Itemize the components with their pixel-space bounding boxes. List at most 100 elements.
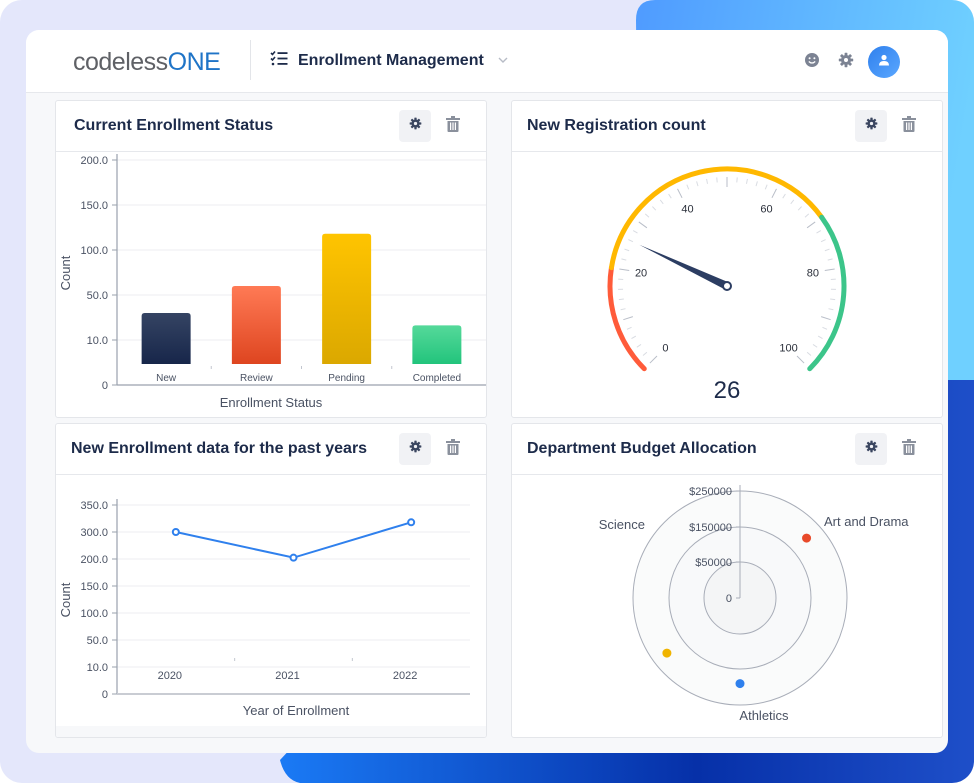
gauge-tick	[618, 298, 624, 301]
bar-pending	[322, 233, 372, 364]
y-tick-label: 50.0	[87, 635, 108, 647]
x-tick-label: Review	[240, 373, 274, 384]
card-settings-button[interactable]	[855, 110, 887, 142]
card-delete-button[interactable]	[898, 110, 920, 142]
gauge-tick	[652, 206, 657, 211]
gauge-tick	[816, 230, 822, 234]
x-tick-label: New	[156, 373, 177, 384]
trash-icon	[446, 115, 460, 137]
y-axis-title: Count	[58, 582, 73, 617]
line-chart: 0 10.0 50.0 100.0 150.0 200.0 300.0 350.0 2020 20…	[56, 499, 486, 737]
y-tick-label: 300.0	[80, 527, 108, 539]
card-header: New Registration count	[512, 101, 942, 152]
gauge-tick	[820, 239, 826, 243]
bar-review	[231, 286, 281, 364]
radar-category-label: Athletics	[739, 708, 789, 723]
logo[interactable]: codelessONE	[73, 48, 221, 77]
gauge-tick	[812, 344, 818, 348]
gauge-tick	[796, 355, 805, 364]
gauge-tick	[745, 178, 748, 184]
card-delete-button[interactable]	[898, 433, 920, 465]
radar-chart: 0 $50000 $150000 $250000 Art and Drama Athlet…	[599, 485, 909, 723]
card-registration-count: New Registration count 0 20 40 60 80 100 26	[511, 100, 943, 418]
bar-chart: 0 10.0 50.0 100.0 150.0 200.0 New Review Pending…	[58, 154, 486, 410]
gear-icon	[409, 117, 422, 135]
radar-point	[735, 679, 745, 689]
gauge-tick	[619, 268, 630, 272]
gauge-tick-label: 20	[635, 267, 647, 279]
user-avatar[interactable]	[868, 46, 900, 78]
top-header: codelessONE Enrollment Management	[26, 30, 948, 93]
header-divider	[250, 40, 251, 80]
checklist-icon	[270, 50, 288, 71]
y-tick-label: 350.0	[80, 500, 108, 512]
y-tick-label: 100.0	[80, 245, 108, 257]
y-tick-label: 100.0	[80, 608, 108, 620]
header-actions	[804, 46, 900, 78]
radar-category-label: Science	[599, 517, 645, 532]
gauge-tick	[677, 188, 683, 199]
x-axis-title: Enrollment Status	[220, 395, 323, 410]
radar-point	[662, 648, 672, 658]
card-settings-button[interactable]	[399, 433, 431, 465]
gauge-tick	[782, 193, 786, 199]
x-tick-label: 2022	[393, 670, 417, 682]
y-tick-label: 50.0	[87, 290, 108, 302]
x-tick-label: Pending	[328, 373, 365, 384]
gauge-tick	[827, 258, 833, 261]
logo-accent: ONE	[167, 48, 221, 76]
gauge-pivot	[722, 281, 732, 291]
gauge-tick	[830, 298, 836, 301]
gauge-tick	[644, 213, 650, 218]
y-tick-label: 10.0	[87, 662, 108, 674]
y-tick-label: 0	[102, 689, 108, 701]
y-tick-label: 150.0	[80, 581, 108, 593]
x-tick-label: Completed	[413, 373, 461, 384]
gauge-tick	[623, 316, 633, 321]
gauge-tick	[824, 248, 830, 252]
smiley-icon[interactable]	[804, 52, 820, 73]
logo-text: codeless	[73, 48, 168, 76]
gauge-tick	[797, 206, 802, 211]
y-tick-label: 200.0	[80, 554, 108, 566]
gauge-tick	[706, 178, 709, 184]
radar-tick-label: $150000	[689, 522, 732, 534]
gauge-tick	[696, 181, 699, 187]
gauge-tick	[628, 239, 634, 243]
x-tick-label: 2020	[158, 670, 182, 682]
card-title: Current Enrollment Status	[74, 117, 274, 134]
gauge-tick	[624, 248, 630, 252]
gauge-chart: 0 20 40 60 80 100 26	[607, 166, 847, 404]
line-series	[175, 521, 412, 559]
gauge-tick	[668, 193, 672, 199]
gauge-needle	[639, 244, 729, 290]
gauge-tick	[638, 221, 648, 229]
gauge-tick	[642, 351, 648, 356]
data-point	[171, 528, 180, 536]
app-name: Enrollment Management	[298, 51, 484, 69]
gauge-tick	[804, 213, 810, 218]
y-tick-label: 200.0	[80, 155, 108, 167]
bar-completed	[412, 325, 462, 364]
trash-icon	[902, 115, 916, 137]
app-switcher[interactable]: Enrollment Management	[270, 50, 508, 71]
gauge-tick	[755, 181, 758, 187]
gauge-tick	[764, 184, 768, 190]
card-delete-button[interactable]	[442, 110, 464, 142]
gauge-tick	[822, 326, 828, 330]
gear-icon	[865, 117, 878, 135]
gauge-tick-label: 0	[662, 343, 668, 355]
gear-icon[interactable]	[838, 52, 854, 73]
y-tick-label: 150.0	[80, 200, 108, 212]
card-title: New Registration count	[527, 117, 706, 134]
gauge-tick	[806, 351, 812, 356]
gauge-tick	[821, 316, 831, 321]
gauge-tick	[817, 335, 823, 339]
gear-icon	[409, 440, 422, 458]
card-settings-button[interactable]	[399, 110, 431, 142]
card-settings-button[interactable]	[855, 433, 887, 465]
gauge-tick	[828, 308, 834, 311]
gauge-tick	[626, 326, 632, 330]
card-delete-button[interactable]	[442, 433, 464, 465]
trash-icon	[446, 438, 460, 460]
